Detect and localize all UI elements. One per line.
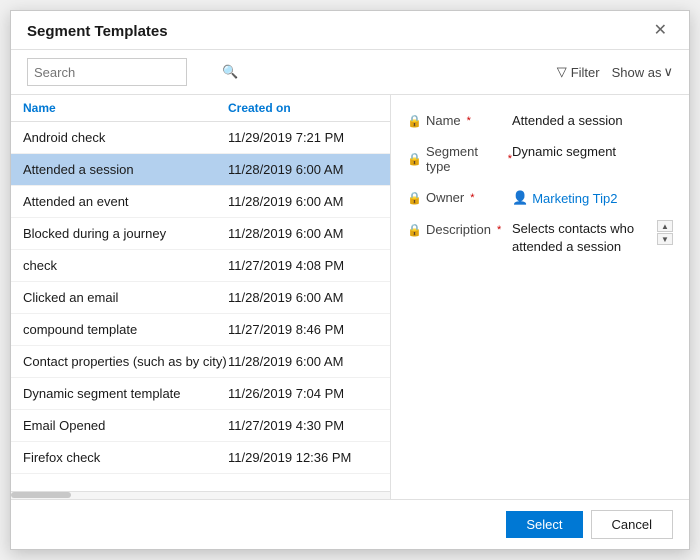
list-row-name: check — [23, 258, 228, 273]
header-created-on[interactable]: Created on — [228, 101, 378, 115]
list-row[interactable]: Android check11/29/2019 7:21 PM — [11, 122, 390, 154]
show-as-label: Show as — [612, 65, 662, 80]
detail-description-wrapper: Selects contacts who attended a session … — [512, 220, 673, 256]
list-row-name: Attended a session — [23, 162, 228, 177]
select-button[interactable]: Select — [506, 511, 582, 538]
detail-row-owner: 🔒 Owner * 👤 Marketing Tip2 — [407, 188, 673, 206]
list-row[interactable]: check11/27/2019 4:08 PM — [11, 250, 390, 282]
lock-icon-segment-type: 🔒 — [407, 152, 422, 166]
list-row-name: Dynamic segment template — [23, 386, 228, 401]
list-panel: Name Created on Android check11/29/2019 … — [11, 95, 391, 499]
segment-templates-dialog: Segment Templates ✕ 🔍 ▽ Filter Show as ∨… — [10, 10, 690, 550]
detail-value-name: Attended a session — [512, 111, 673, 128]
list-row[interactable]: Attended an event11/28/2019 6:00 AM — [11, 186, 390, 218]
show-as-chevron-icon: ∨ — [663, 64, 673, 80]
lock-icon-name: 🔒 — [407, 114, 422, 128]
list-row-name: Contact properties (such as by city) — [23, 354, 228, 369]
list-row-name: Email Opened — [23, 418, 228, 433]
detail-label-name-text: Name — [426, 113, 461, 128]
list-row[interactable]: Firefox check11/29/2019 12:36 PM — [11, 442, 390, 474]
detail-label-segment-type-text: Segment type — [426, 144, 502, 174]
search-icon-button[interactable]: 🔍 — [216, 64, 244, 80]
header-name[interactable]: Name — [23, 101, 228, 115]
list-row-date: 11/28/2019 6:00 AM — [228, 194, 378, 209]
description-scroll-buttons: ▲ ▼ — [657, 220, 673, 245]
detail-row-segment-type: 🔒 Segment type * Dynamic segment — [407, 142, 673, 174]
person-icon: 👤 — [512, 190, 528, 206]
list-row[interactable]: Clicked an email11/28/2019 6:00 AM — [11, 282, 390, 314]
required-star-description: * — [497, 224, 501, 236]
list-row-date: 11/27/2019 4:08 PM — [228, 258, 378, 273]
lock-icon-description: 🔒 — [407, 223, 422, 237]
detail-panel: 🔒 Name * Attended a session 🔒 Segment ty… — [391, 95, 689, 499]
main-content: Name Created on Android check11/29/2019 … — [11, 95, 689, 499]
filter-icon: ▽ — [557, 64, 567, 80]
list-row-name: Blocked during a journey — [23, 226, 228, 241]
description-scroll-up[interactable]: ▲ — [657, 220, 673, 232]
detail-label-name: 🔒 Name * — [407, 111, 512, 128]
list-body: Android check11/29/2019 7:21 PMAttended … — [11, 122, 390, 491]
filter-button[interactable]: ▽ Filter — [557, 64, 600, 80]
list-header: Name Created on — [11, 95, 390, 122]
close-button[interactable]: ✕ — [648, 21, 673, 41]
detail-value-description: Selects contacts who attended a session — [512, 220, 653, 256]
list-row-name: Firefox check — [23, 450, 228, 465]
list-row-date: 11/26/2019 7:04 PM — [228, 386, 378, 401]
detail-value-segment-type: Dynamic segment — [512, 142, 673, 159]
detail-label-owner-text: Owner — [426, 190, 464, 205]
list-row-date: 11/29/2019 7:21 PM — [228, 130, 378, 145]
list-row-date: 11/28/2019 6:00 AM — [228, 162, 378, 177]
list-row-date: 11/27/2019 8:46 PM — [228, 322, 378, 337]
required-star-owner: * — [470, 192, 474, 204]
list-row-name: Android check — [23, 130, 228, 145]
list-row-date: 11/28/2019 6:00 AM — [228, 226, 378, 241]
detail-value-owner[interactable]: 👤 Marketing Tip2 — [512, 188, 673, 206]
list-row-date: 11/28/2019 6:00 AM — [228, 354, 378, 369]
detail-row-name: 🔒 Name * Attended a session — [407, 111, 673, 128]
horizontal-scrollbar[interactable] — [11, 491, 390, 499]
search-box: 🔍 — [27, 58, 187, 86]
list-row[interactable]: Dynamic segment template11/26/2019 7:04 … — [11, 378, 390, 410]
show-as-button[interactable]: Show as ∨ — [612, 64, 673, 80]
list-row-name: Clicked an email — [23, 290, 228, 305]
scrollbar-thumb — [11, 492, 71, 498]
description-scroll-down[interactable]: ▼ — [657, 233, 673, 245]
list-row-name: compound template — [23, 322, 228, 337]
list-row[interactable]: Email Opened11/27/2019 4:30 PM — [11, 410, 390, 442]
detail-label-description-text: Description — [426, 222, 491, 237]
list-row-date: 11/27/2019 4:30 PM — [228, 418, 378, 433]
list-row[interactable]: compound template11/27/2019 8:46 PM — [11, 314, 390, 346]
detail-row-description: 🔒 Description * Selects contacts who att… — [407, 220, 673, 256]
title-bar: Segment Templates ✕ — [11, 11, 689, 50]
detail-label-owner: 🔒 Owner * — [407, 188, 512, 205]
owner-name-link: Marketing Tip2 — [532, 191, 617, 206]
filter-label: Filter — [571, 65, 600, 80]
detail-label-segment-type: 🔒 Segment type * — [407, 142, 512, 174]
dialog-title: Segment Templates — [27, 23, 168, 40]
list-row-date: 11/28/2019 6:00 AM — [228, 290, 378, 305]
search-input[interactable] — [28, 63, 216, 82]
cancel-button[interactable]: Cancel — [591, 510, 673, 539]
toolbar: 🔍 ▽ Filter Show as ∨ — [11, 50, 689, 95]
detail-label-description: 🔒 Description * — [407, 220, 512, 237]
lock-icon-owner: 🔒 — [407, 191, 422, 205]
footer: Select Cancel — [11, 499, 689, 549]
list-row[interactable]: Blocked during a journey11/28/2019 6:00 … — [11, 218, 390, 250]
required-star-name: * — [467, 115, 471, 127]
list-row[interactable]: Attended a session11/28/2019 6:00 AM — [11, 154, 390, 186]
toolbar-right: ▽ Filter Show as ∨ — [557, 64, 673, 80]
list-row[interactable]: Contact properties (such as by city)11/2… — [11, 346, 390, 378]
list-row-name: Attended an event — [23, 194, 228, 209]
list-row-date: 11/29/2019 12:36 PM — [228, 450, 378, 465]
